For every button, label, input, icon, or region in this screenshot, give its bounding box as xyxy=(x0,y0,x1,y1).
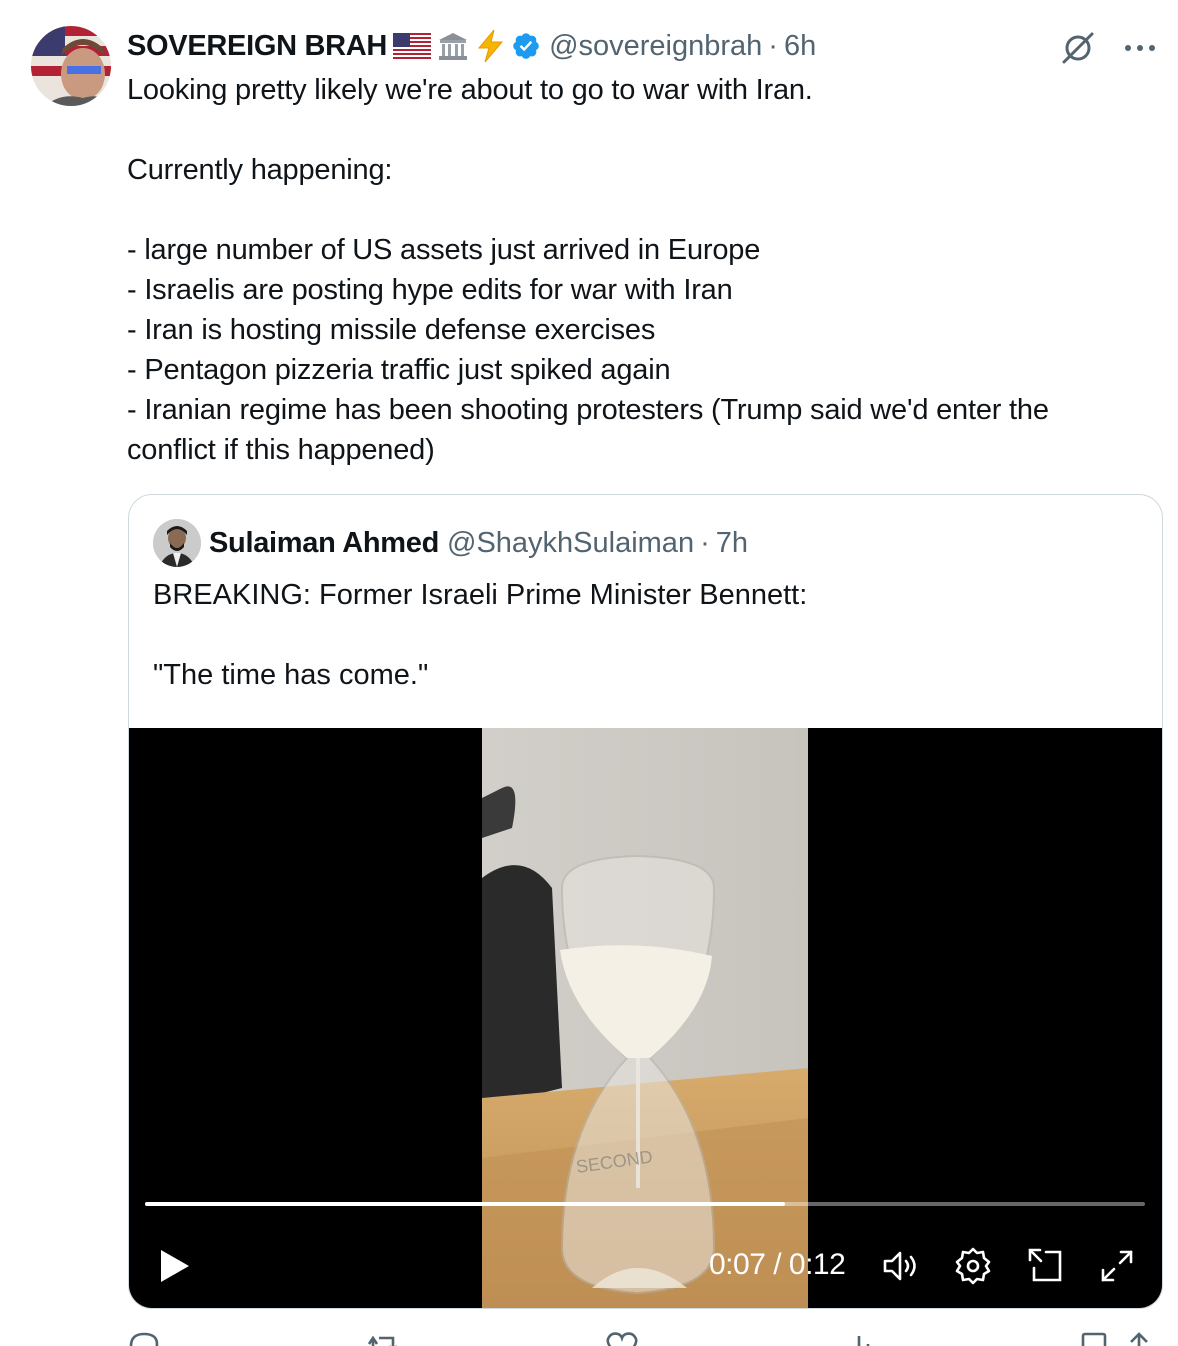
views-icon[interactable] xyxy=(842,1330,876,1346)
quoted-author-name[interactable]: Sulaiman Ahmed xyxy=(209,527,439,560)
author-handle[interactable]: @sovereignbrah xyxy=(549,30,762,63)
tweet[interactable]: SOVEREIGN BRAH @sovereignbrah · 6h Looki… xyxy=(0,0,1178,1346)
quoted-tweet[interactable]: Sulaiman Ahmed @ShaykhSulaiman · 7h BREA… xyxy=(128,494,1163,1309)
quoted-author-handle[interactable]: @ShaykhSulaiman xyxy=(447,527,694,560)
quoted-tweet-body: BREAKING: Former Israeli Prime Minister … xyxy=(153,575,1133,695)
settings-gear-icon[interactable] xyxy=(953,1246,993,1286)
reply-icon[interactable] xyxy=(127,1330,161,1346)
author-avatar[interactable] xyxy=(31,26,111,106)
tweet-body-line xyxy=(127,110,1147,150)
tweet-body-line: conflict if this happened) xyxy=(127,434,435,466)
quoted-timestamp[interactable]: 7h xyxy=(716,527,748,560)
tweet-body-line: - Iranian regime has been shooting prote… xyxy=(127,394,1049,426)
more-options-icon[interactable] xyxy=(1120,28,1160,68)
tweet-timestamp[interactable]: 6h xyxy=(784,30,816,63)
tweet-body-line: - Israelis are posting hype edits for wa… xyxy=(127,274,733,306)
video-progress-bar[interactable] xyxy=(145,1202,1145,1206)
bookmark-share-icons[interactable] xyxy=(1077,1330,1157,1346)
meta-separator: · xyxy=(768,29,778,62)
video-player[interactable]: SECOND 0:07 / 0:12 xyxy=(129,728,1162,1308)
volume-icon[interactable] xyxy=(881,1246,921,1286)
video-time: 0:07 / 0:12 xyxy=(709,1248,846,1281)
picture-in-picture-icon[interactable] xyxy=(1026,1246,1066,1286)
video-controls: 0:07 / 0:12 xyxy=(129,1238,1162,1294)
fullscreen-icon[interactable] xyxy=(1097,1246,1137,1286)
tweet-body: Looking pretty likely we're about to go … xyxy=(127,70,1147,470)
lightning-icon xyxy=(475,29,505,63)
quoted-meta-separator: · xyxy=(700,526,710,559)
grok-icon[interactable] xyxy=(1058,28,1098,68)
video-progress-fill xyxy=(145,1202,785,1206)
tweet-body-line: Currently happening: xyxy=(127,154,393,186)
tweet-body-line: - Pentagon pizzeria traffic just spiked … xyxy=(127,354,671,386)
quoted-body-line: "The time has come." xyxy=(153,659,429,691)
classical-building-icon xyxy=(437,30,469,62)
quoted-author-avatar[interactable] xyxy=(153,519,201,567)
tweet-body-line xyxy=(127,190,1147,230)
verified-badge-icon xyxy=(511,31,541,61)
tweet-body-line: - Iran is hosting missile defense exerci… xyxy=(127,314,656,346)
tweet-body-line: - large number of US assets just arrived… xyxy=(127,234,761,266)
repost-icon[interactable] xyxy=(363,1330,403,1346)
tweet-header: SOVEREIGN BRAH @sovereignbrah · 6h xyxy=(127,26,816,66)
flag-us-icon xyxy=(393,33,432,59)
quoted-body-line xyxy=(153,615,1133,655)
quoted-body-line: BREAKING: Former Israeli Prime Minister … xyxy=(153,579,808,611)
video-frame-hourglass: SECOND xyxy=(482,728,808,1308)
like-icon[interactable] xyxy=(604,1330,640,1346)
quoted-tweet-header: Sulaiman Ahmed @ShaykhSulaiman · 7h xyxy=(153,519,748,567)
tweet-actions xyxy=(127,1330,1157,1346)
tweet-body-line: Looking pretty likely we're about to go … xyxy=(127,74,813,106)
tweet-top-actions xyxy=(1058,28,1160,68)
author-name[interactable]: SOVEREIGN BRAH xyxy=(127,30,387,63)
play-icon[interactable] xyxy=(153,1244,197,1288)
